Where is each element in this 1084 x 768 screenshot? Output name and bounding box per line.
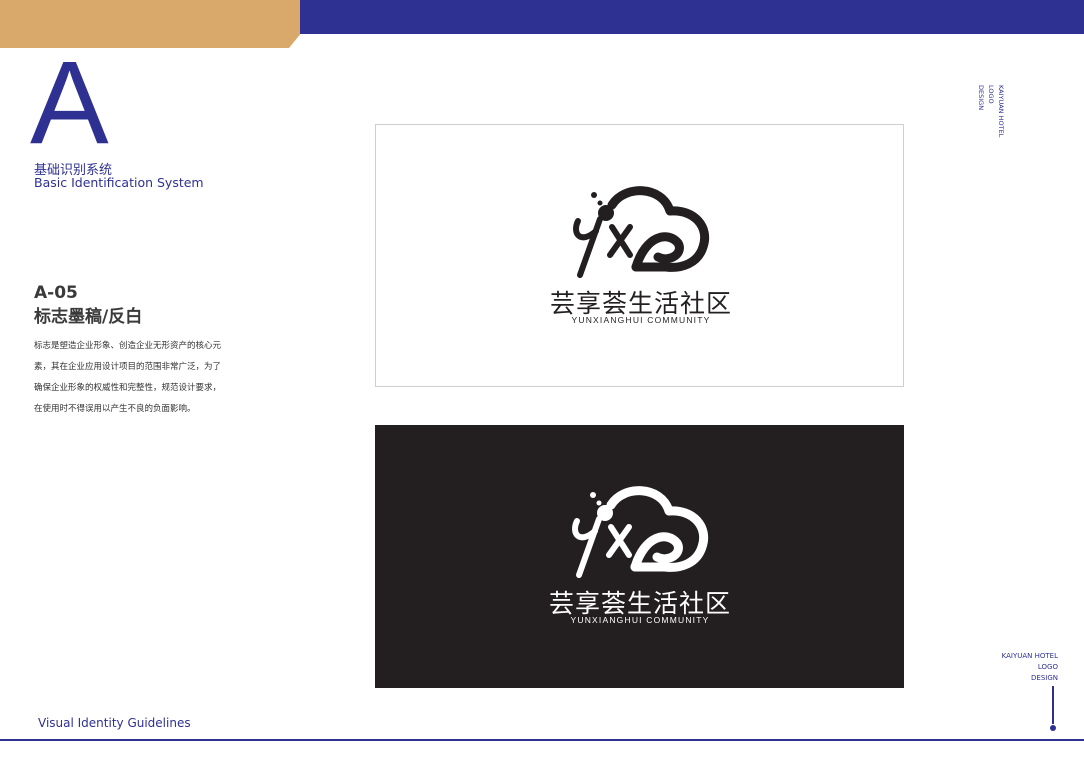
side-label-line: LOGO xyxy=(987,85,995,104)
logo-ink: 芸享荟生活社区 YUNXIANGHUI COMMUNITY xyxy=(546,183,736,328)
vertical-marker-dot xyxy=(1050,725,1056,731)
logo-reverse: 芸享荟生活社区 YUNXIANGHUI COMMUNITY xyxy=(545,483,735,628)
description-line: 素，其在企业应用设计项目的范围非常广泛，为了 xyxy=(34,362,222,372)
hotel-label: KAIYUAN HOTEL LOGO DESIGN xyxy=(1002,651,1058,684)
side-label-line: KAIYUAN HOTEL xyxy=(997,85,1005,138)
hotel-label-line: DESIGN xyxy=(1031,674,1058,682)
side-label-line: DESIGN xyxy=(977,85,985,111)
hotel-label-line: LOGO xyxy=(1037,663,1058,671)
section-title: 标志墨稿/反白 xyxy=(34,307,143,327)
cloud-yxh-logo-icon xyxy=(572,486,709,578)
logo-name-en: YUNXIANGHUI COMMUNITY xyxy=(570,615,710,625)
cloud-yxh-logo-icon xyxy=(573,186,710,278)
system-title-en: Basic Identification System xyxy=(34,175,204,190)
logo-panel-reverse: 芸享荟生活社区 YUNXIANGHUI COMMUNITY xyxy=(375,425,904,688)
hotel-label-line: KAIYUAN HOTEL xyxy=(1001,652,1058,660)
section-code: A-05 xyxy=(34,283,78,303)
logo-name-en: YUNXIANGHUI COMMUNITY xyxy=(571,315,711,325)
description-line: 在使用时不得误用以产生不良的负面影响。 xyxy=(34,404,196,414)
header-blue-bar xyxy=(300,0,1084,34)
description-line: 确保企业形象的权威性和完整性，规范设计要求， xyxy=(34,383,222,393)
section-letter: A xyxy=(30,37,109,169)
description-line: 标志是塑造企业形象、创造企业无形资产的核心元 xyxy=(34,341,222,351)
side-label-rotated: KAIYUAN HOTEL LOGO DESIGN xyxy=(976,85,1006,165)
footer-rule xyxy=(0,739,1084,741)
footer-title: Visual Identity Guidelines xyxy=(38,716,191,730)
section-description: 标志是塑造企业形象、创造企业无形资产的核心元 素，其在企业应用设计项目的范围非常… xyxy=(34,336,244,420)
logo-panel-ink: 芸享荟生活社区 YUNXIANGHUI COMMUNITY xyxy=(375,124,904,387)
vertical-marker-line xyxy=(1052,686,1054,724)
